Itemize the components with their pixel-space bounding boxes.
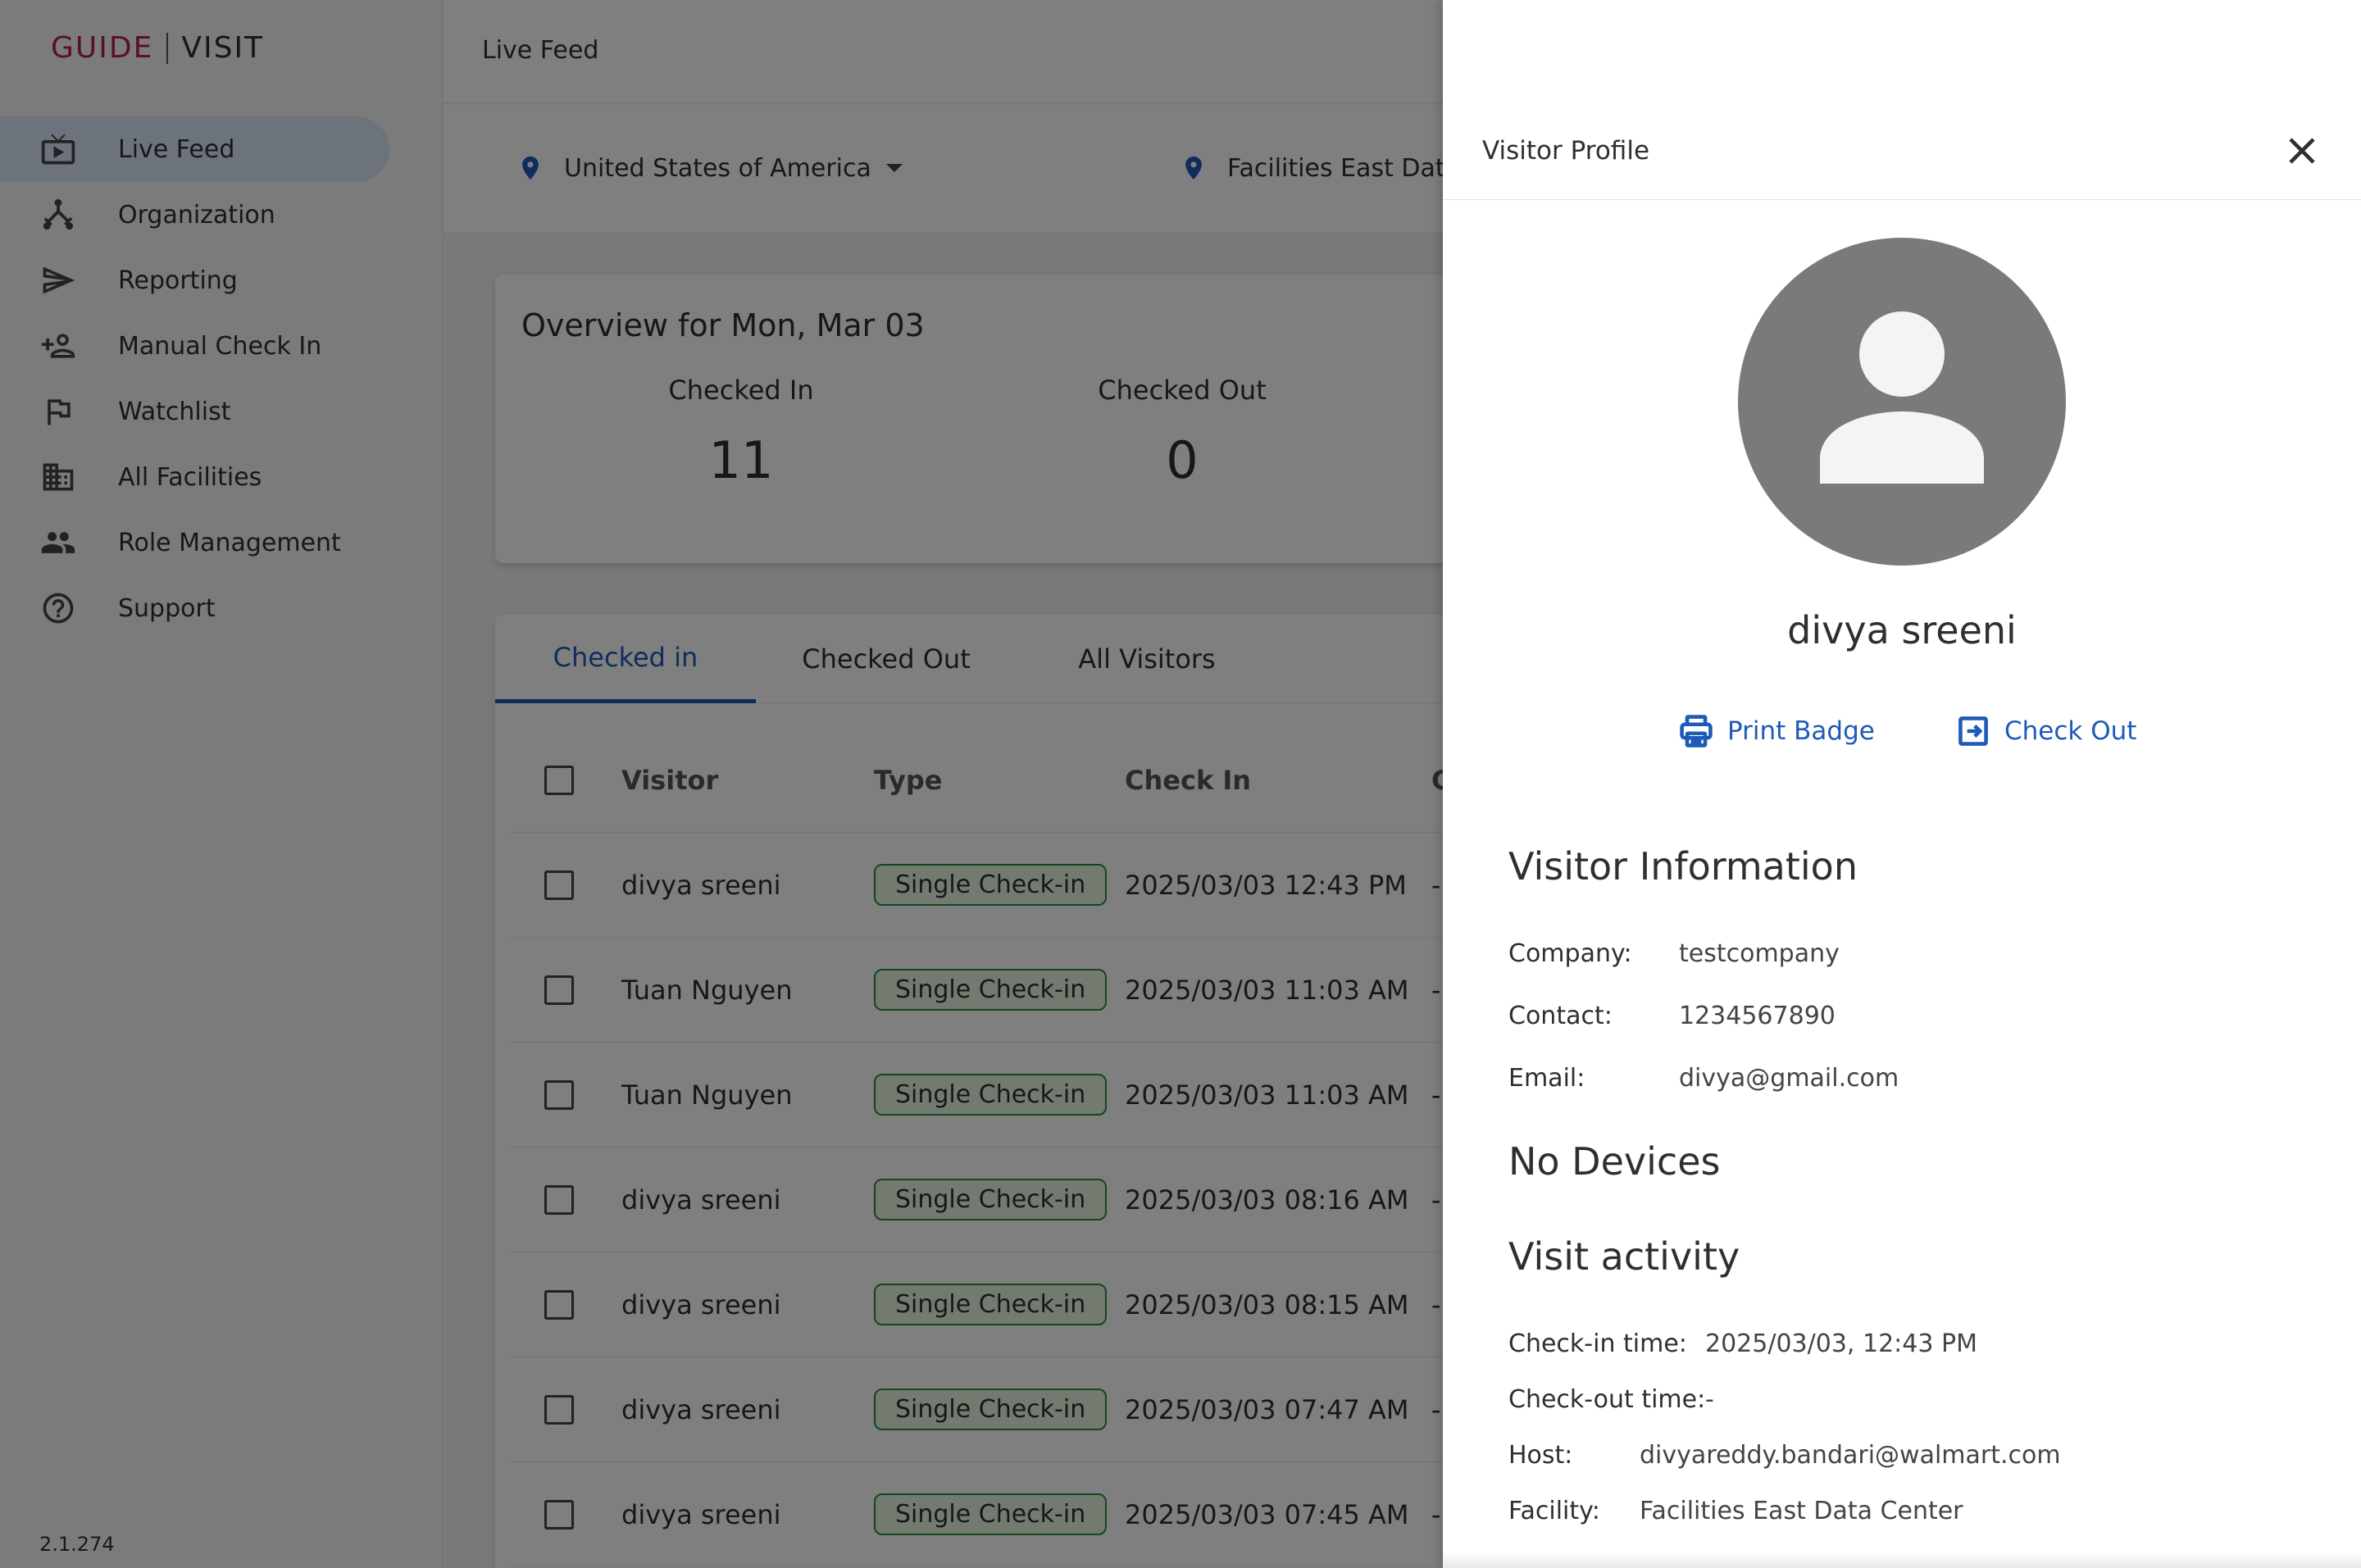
- close-icon: [2289, 138, 2315, 164]
- company-label: Company:: [1508, 939, 1632, 968]
- avatar: [1738, 238, 2066, 566]
- check-out-time-row: Check-out time: -: [1508, 1385, 1714, 1414]
- close-button[interactable]: [2279, 128, 2325, 174]
- company-value: testcompany: [1679, 939, 1840, 968]
- contact-value: 1234567890: [1679, 1002, 1836, 1030]
- check-out-button[interactable]: Check Out: [1955, 713, 2136, 749]
- contact-label: Contact:: [1508, 1002, 1613, 1030]
- email-row: Email: divya@gmail.com: [1508, 1064, 1899, 1093]
- check-out-label: Check Out: [2004, 716, 2137, 746]
- visitor-information-heading: Visitor Information: [1508, 844, 1858, 889]
- check-in-time-label: Check-in time:: [1508, 1329, 1687, 1358]
- check-in-time-value: 2025/03/03, 12:43 PM: [1705, 1329, 1977, 1358]
- facility-label: Facility:: [1508, 1497, 1600, 1525]
- contact-row: Contact: 1234567890: [1508, 1002, 1836, 1030]
- host-label: Host:: [1508, 1441, 1573, 1470]
- exit-icon: [1958, 716, 1988, 746]
- drawer-header: Visitor Profile: [1443, 113, 2361, 200]
- drawer-title: Visitor Profile: [1482, 136, 1650, 166]
- visit-activity-heading: Visit activity: [1508, 1234, 1740, 1279]
- print-badge-button[interactable]: Print Badge: [1678, 713, 1875, 749]
- facility-row: Facility: Facilities East Data Center: [1508, 1497, 1963, 1525]
- check-in-time-row: Check-in time: 2025/03/03, 12:43 PM: [1508, 1329, 1977, 1358]
- visitor-name: divya sreeni: [1787, 608, 2017, 652]
- scroll-shadow: [1443, 1552, 2361, 1568]
- devices-heading: No Devices: [1508, 1139, 1721, 1184]
- print-badge-label: Print Badge: [1727, 716, 1875, 746]
- host-row: Host: divyareddy.bandari@walmart.com: [1508, 1441, 2061, 1470]
- visitor-profile-drawer: Visitor Profile divya sreeni Print Badge…: [1443, 0, 2361, 1568]
- check-out-time-label: Check-out time:: [1508, 1385, 1706, 1414]
- email-value: divya@gmail.com: [1679, 1064, 1899, 1093]
- person-icon: [1820, 311, 1984, 484]
- company-row: Company: testcompany: [1508, 939, 1840, 968]
- email-label: Email:: [1508, 1064, 1585, 1093]
- modal-backdrop[interactable]: [0, 0, 1443, 1568]
- printer-icon: [1680, 715, 1713, 748]
- host-value: divyareddy.bandari@walmart.com: [1640, 1441, 2061, 1470]
- facility-value: Facilities East Data Center: [1640, 1497, 1963, 1525]
- check-out-time-value: -: [1705, 1385, 1714, 1414]
